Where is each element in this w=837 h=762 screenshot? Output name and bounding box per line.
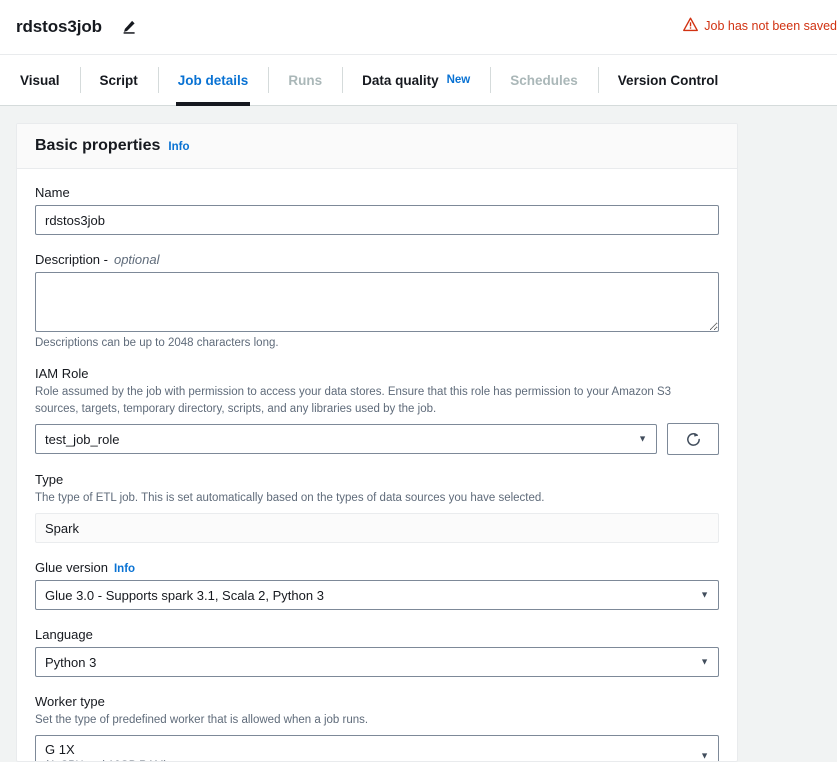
chevron-down-icon: ▼: [700, 750, 709, 761]
field-language: Language Python 3 ▼: [35, 627, 719, 678]
language-select[interactable]: Python 3 ▼: [35, 647, 719, 678]
field-name: Name: [35, 185, 719, 235]
iam-role-label: IAM Role: [35, 366, 89, 381]
chevron-down-icon: ▼: [638, 433, 647, 444]
field-iam-role: IAM Role Role assumed by the job with pe…: [35, 366, 719, 456]
tab-label: Script: [99, 72, 138, 88]
tab-label: Runs: [288, 72, 323, 88]
worker-type-description: Set the type of predefined worker that i…: [35, 714, 369, 727]
glue-version-select[interactable]: Glue 3.0 - Supports spark 3.1, Scala 2, …: [35, 580, 719, 611]
tab-schedules: Schedules: [490, 55, 598, 105]
tab-data-quality[interactable]: Data quality New: [342, 55, 490, 105]
optional-suffix: optional: [113, 252, 160, 267]
info-link[interactable]: Info: [168, 141, 189, 153]
glue-version-value: Glue 3.0 - Supports spark 3.1, Scala 2, …: [45, 587, 324, 603]
pencil-edit-icon[interactable]: [118, 16, 140, 38]
content-area: Basic properties Info Name Description -…: [0, 106, 837, 762]
card-header: Basic properties Info: [17, 124, 737, 169]
tab-label: Data quality: [362, 72, 439, 88]
description-label: Description - optional: [35, 252, 160, 267]
worker-type-value: G 1X: [45, 741, 75, 757]
field-glue-version: Glue version Info Glue 3.0 - Supports sp…: [35, 560, 719, 611]
worker-type-select[interactable]: G 1X (4vCPU and 16GB RAM) ▼: [35, 734, 719, 761]
iam-role-row: test_job_role ▼: [35, 423, 719, 456]
field-type: Type The type of ETL job. This is set au…: [35, 472, 719, 544]
description-hint: Descriptions can be up to 2048 character…: [35, 337, 279, 349]
iam-role-select[interactable]: test_job_role ▼: [35, 424, 657, 455]
tab-label: Job details: [177, 72, 249, 88]
type-description: The type of ETL job. This is set automat…: [35, 492, 545, 505]
tab-version-control[interactable]: Version Control: [597, 55, 739, 105]
worker-type-label: Worker type: [35, 694, 105, 710]
unsaved-warning-text: Job has not been saved: [704, 19, 837, 33]
page-header: rdstos3job Job has not been saved: [0, 0, 837, 54]
description-textarea[interactable]: [35, 272, 719, 332]
language-label: Language: [35, 627, 93, 643]
tab-label: Schedules: [510, 72, 578, 88]
chevron-down-icon: ▼: [700, 589, 709, 600]
unsaved-warning: Job has not been saved: [683, 17, 837, 35]
new-badge: New: [446, 74, 471, 86]
chevron-down-icon: ▼: [700, 656, 709, 667]
tab-script[interactable]: Script: [79, 55, 158, 105]
tab-bar: Visual Script Job details Runs Data qual…: [0, 54, 837, 106]
page-title: rdstos3job: [16, 17, 102, 36]
tab-label: Visual: [20, 72, 60, 88]
tab-runs: Runs: [268, 55, 342, 105]
type-label: Type: [35, 472, 64, 488]
name-label: Name: [35, 185, 70, 200]
field-description: Description - optional Descriptions can …: [35, 252, 719, 349]
card-body: Name Description - optional Descriptions…: [17, 169, 737, 761]
glue-version-label: Glue version Info: [35, 560, 136, 576]
tab-visual[interactable]: Visual: [0, 55, 80, 105]
glue-version-info-link[interactable]: Info: [114, 563, 135, 575]
name-input[interactable]: [35, 205, 719, 235]
type-value-readonly: Spark: [35, 513, 719, 544]
tab-label: Version Control: [617, 72, 719, 88]
refresh-icon[interactable]: [667, 423, 719, 456]
language-value: Python 3: [45, 654, 97, 670]
field-worker-type: Worker type Set the type of predefined w…: [35, 694, 719, 761]
iam-role-value: test_job_role: [45, 431, 120, 447]
basic-properties-card: Basic properties Info Name Description -…: [16, 123, 738, 762]
card-title: Basic properties: [35, 137, 161, 154]
tab-job-details[interactable]: Job details: [157, 55, 269, 106]
iam-role-description: Role assumed by the job with permission …: [35, 386, 672, 415]
warning-triangle-icon: [683, 17, 699, 35]
